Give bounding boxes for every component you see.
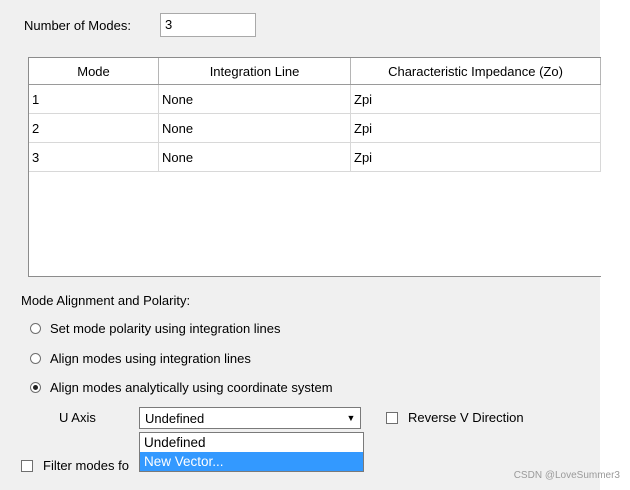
column-header-integration-line[interactable]: Integration Line: [159, 58, 351, 84]
column-header-impedance[interactable]: Characteristic Impedance (Zo): [351, 58, 601, 84]
u-axis-label: U Axis: [59, 410, 96, 425]
checkbox-box[interactable]: [21, 459, 33, 472]
filter-modes-checkbox[interactable]: Filter modes fo: [21, 458, 140, 473]
number-of-modes-label: Number of Modes:: [24, 18, 131, 33]
dialog-panel: Number of Modes: 3 Mode Integration Line…: [0, 0, 601, 490]
alignment-section-title: Mode Alignment and Polarity:: [21, 293, 191, 308]
table-header: Mode Integration Line Characteristic Imp…: [29, 58, 601, 85]
radio-button[interactable]: [30, 323, 41, 334]
table-cell-impedance[interactable]: Zpi: [351, 114, 601, 142]
radio-align-analytically[interactable]: Align modes analytically using coordinat…: [30, 380, 333, 395]
table-row[interactable]: 2 None Zpi: [29, 114, 601, 143]
table-cell-integration-line[interactable]: None: [159, 114, 351, 142]
dropdown-option-undefined[interactable]: Undefined: [140, 433, 363, 452]
radio-label: Align modes using integration lines: [50, 351, 251, 366]
checkbox-box[interactable]: [386, 411, 398, 424]
radio-label: Set mode polarity using integration line…: [50, 321, 281, 336]
u-axis-select[interactable]: Undefined ▼: [139, 407, 361, 429]
column-header-mode[interactable]: Mode: [29, 58, 159, 84]
radio-button-selected[interactable]: [30, 382, 41, 393]
dropdown-arrow-icon[interactable]: ▼: [342, 408, 360, 428]
table-cell-integration-line[interactable]: None: [159, 143, 351, 171]
radio-align-integration-lines[interactable]: Align modes using integration lines: [30, 351, 251, 366]
table-cell-impedance[interactable]: Zpi: [351, 85, 601, 113]
u-axis-selected-value: Undefined: [145, 411, 205, 426]
table-cell-mode[interactable]: 2: [29, 114, 159, 142]
table-row[interactable]: 3 None Zpi: [29, 143, 601, 172]
radio-button[interactable]: [30, 353, 41, 364]
number-of-modes-input[interactable]: 3: [160, 13, 256, 37]
dropdown-option-new-vector[interactable]: New Vector...: [140, 452, 363, 471]
reverse-v-checkbox[interactable]: Reverse V Direction: [386, 410, 524, 425]
table-cell-mode[interactable]: 1: [29, 85, 159, 113]
table-cell-impedance[interactable]: Zpi: [351, 143, 601, 171]
modes-table: Mode Integration Line Characteristic Imp…: [28, 57, 601, 277]
table-row[interactable]: 1 None Zpi: [29, 85, 601, 114]
table-cell-integration-line[interactable]: None: [159, 85, 351, 113]
radio-set-polarity[interactable]: Set mode polarity using integration line…: [30, 321, 281, 336]
radio-label: Align modes analytically using coordinat…: [50, 380, 333, 395]
watermark: CSDN @LoveSummer3: [513, 470, 620, 481]
filter-modes-label: Filter modes fo: [43, 458, 129, 473]
u-axis-dropdown-list[interactable]: Undefined New Vector...: [139, 432, 364, 472]
table-cell-mode[interactable]: 3: [29, 143, 159, 171]
reverse-v-label: Reverse V Direction: [408, 410, 524, 425]
